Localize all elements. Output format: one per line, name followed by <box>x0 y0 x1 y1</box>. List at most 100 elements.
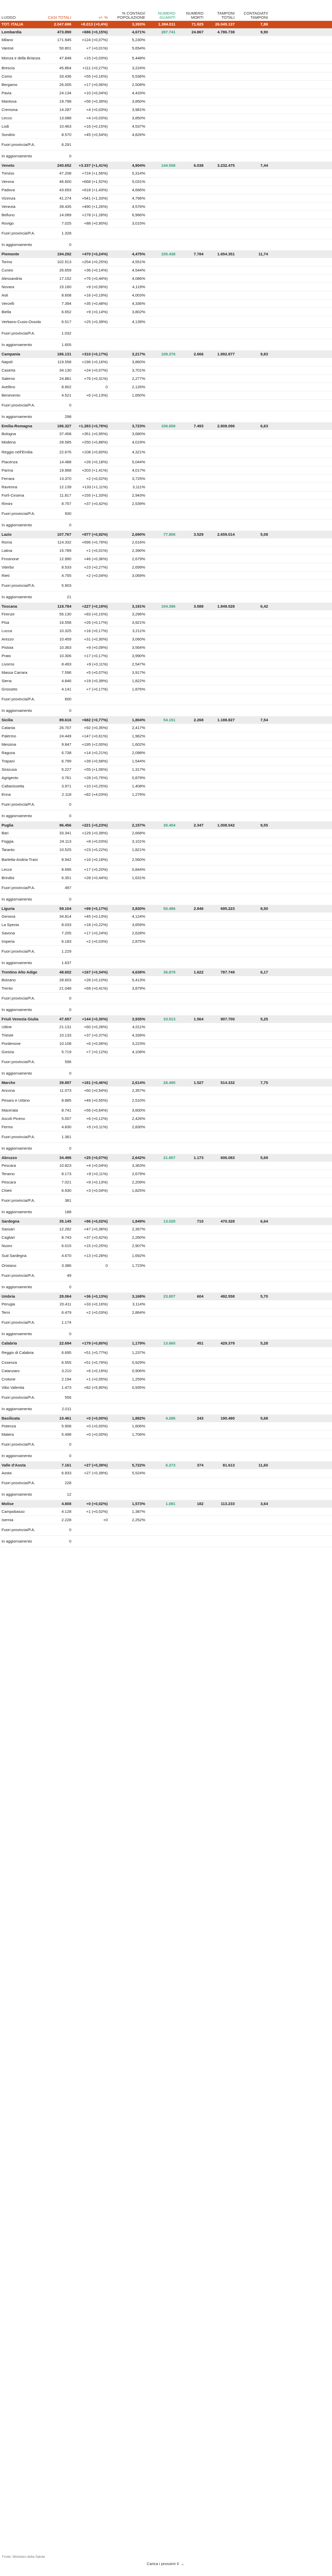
cell-morti: 710 <box>177 1217 205 1225</box>
cell-guariti <box>147 36 177 44</box>
cell-percent: 1,962% <box>109 732 147 741</box>
cell-name: Veneto <box>0 162 43 169</box>
region-row: Liguria 59.104 +99 (+0,17%) 3,830% 50.486 2.8… <box>0 905 332 913</box>
cell-ratio <box>236 1106 270 1115</box>
cell-name: Cosenza <box>0 1358 43 1367</box>
cell-name: Campobasso <box>0 1508 43 1516</box>
cell-percent: 2,875% <box>109 937 147 946</box>
cell-morti <box>177 635 205 644</box>
cell-tamponi: 1.188.827 <box>205 716 236 724</box>
cell-casi: 10.108 <box>43 1039 73 1048</box>
cell-guariti <box>147 1094 177 1106</box>
cell-spacer <box>270 929 332 938</box>
cell-spacer <box>270 508 332 520</box>
cell-spacer <box>270 1233 332 1242</box>
cell-name: Cagliari <box>0 1233 43 1242</box>
cell-casi: 0 <box>43 239 73 251</box>
cell-guariti <box>147 1106 177 1115</box>
cell-name: In aggiornamento <box>0 519 43 531</box>
cell-delta: +10 (+0,04%) <box>73 89 109 97</box>
table-row: Nuoro 6.015 +15 (+0,25%) 2,907% <box>0 1241 332 1250</box>
cell-casi: 7.394 <box>43 299 73 308</box>
cell-ratio <box>236 491 270 500</box>
cell-delta: +96 (+0,02%) <box>73 1217 109 1225</box>
cell-percent: 1,237% <box>109 1347 147 1359</box>
cell-guariti <box>147 266 177 275</box>
cell-guariti <box>147 920 177 929</box>
cell-casi: 6.738 <box>43 748 73 757</box>
cell-name: Lecco <box>0 114 43 122</box>
cell-morti <box>177 177 205 186</box>
cell-percent: 4,339% <box>109 1031 147 1040</box>
cell-guariti <box>147 186 177 194</box>
cell-ratio <box>236 571 270 580</box>
cell-spacer <box>270 1438 332 1450</box>
cell-delta: +39 (+0,58%) <box>73 757 109 766</box>
cell-casi: 12 <box>43 1488 73 1500</box>
cell-delta: +0 (+0,00%) <box>73 1430 109 1439</box>
table-row: Sondrio 8.570 +45 (+0,54%) 4,826% <box>0 130 332 139</box>
cell-tamponi <box>205 829 236 837</box>
cell-casi: 4.846 <box>43 676 73 685</box>
cell-casi: 1.361 <box>43 1131 73 1143</box>
cell-casi: 10.133 <box>43 1031 73 1040</box>
cell-casi: 22.676 <box>43 446 73 458</box>
cell-delta <box>73 580 109 591</box>
cell-casi: 6.291 <box>43 139 73 151</box>
cell-ratio <box>236 1508 270 1516</box>
table-row: Fuori provincia/P.A. 596 <box>0 1056 332 1068</box>
cell-casi: 0 <box>43 705 73 717</box>
load-more-button[interactable]: Carica i prossimi 0 ⌄ <box>147 2561 185 2566</box>
load-more-label: Carica i prossimi 0 <box>147 2561 179 2566</box>
cell-name: Sud Sardegna <box>0 1250 43 1262</box>
cell-name: Fuori provincia/P.A. <box>0 1269 43 1281</box>
cell-casi: 7.025 <box>43 219 73 228</box>
cell-guariti <box>147 1488 177 1500</box>
cell-ratio: 6,42 <box>236 602 270 610</box>
region-row: Basilicata 10.461 +0 (+0,00%) 1,882% 4.286 24… <box>0 1414 332 1422</box>
cell-casi: 45.864 <box>43 64 73 72</box>
cell-ratio <box>236 1094 270 1106</box>
cell-ratio <box>236 1047 270 1056</box>
cell-morti <box>177 327 205 339</box>
cell-ratio <box>236 1039 270 1048</box>
cell-tamponi: 514.332 <box>205 1079 236 1087</box>
cell-casi: 8.695 <box>43 865 73 874</box>
cell-tamponi: 81.613 <box>205 1461 236 1469</box>
cell-spacer <box>270 1250 332 1262</box>
table-row: Cagliari 8.743 +37 (+0,42%) 2,260% <box>0 1233 332 1242</box>
cell-morti <box>177 1515 205 1524</box>
cell-delta: +618 (+1,43%) <box>73 186 109 194</box>
cell-percent: 3,935% <box>109 1015 147 1023</box>
cell-delta: +56 (+0,64%) <box>73 1106 109 1115</box>
region-row: Sicilia 89.616 +682 (+0,77%) 1,804% 54.151 2.… <box>0 716 332 724</box>
cell-tamponi <box>205 1430 236 1439</box>
cell-guariti <box>147 1114 177 1123</box>
cell-casi: 114.332 <box>43 538 73 547</box>
cell-tamponi <box>205 626 236 635</box>
cell-guariti <box>147 790 177 799</box>
cell-delta: +124 (+0,07%) <box>73 36 109 44</box>
cell-tamponi <box>205 466 236 475</box>
cell-ratio <box>236 984 270 993</box>
cell-percent: 3,191% <box>109 602 147 610</box>
cell-name: Savona <box>0 929 43 938</box>
header-tamponi: TAMPONI TOTALI <box>217 11 235 20</box>
cell-guariti <box>147 1269 177 1281</box>
cell-tamponi <box>205 1391 236 1403</box>
cell-ratio <box>236 992 270 1004</box>
cell-ratio <box>236 258 270 266</box>
cell-tamponi <box>205 757 236 766</box>
cell-delta: +99 (+0,17%) <box>73 905 109 913</box>
cell-ratio: 6,63 <box>236 422 270 430</box>
cell-guariti: 6.273 <box>147 1461 177 1469</box>
cell-casi: 8.533 <box>43 563 73 572</box>
cell-name: Parma <box>0 466 43 475</box>
cell-morti <box>177 391 205 400</box>
cell-casi: 19.798 <box>43 97 73 106</box>
cell-percent: 5,314% <box>109 169 147 178</box>
cell-name: Matera <box>0 1430 43 1439</box>
cell-spacer <box>270 538 332 547</box>
cell-guariti <box>147 1358 177 1367</box>
cell-casi: 188 <box>43 1206 73 1218</box>
